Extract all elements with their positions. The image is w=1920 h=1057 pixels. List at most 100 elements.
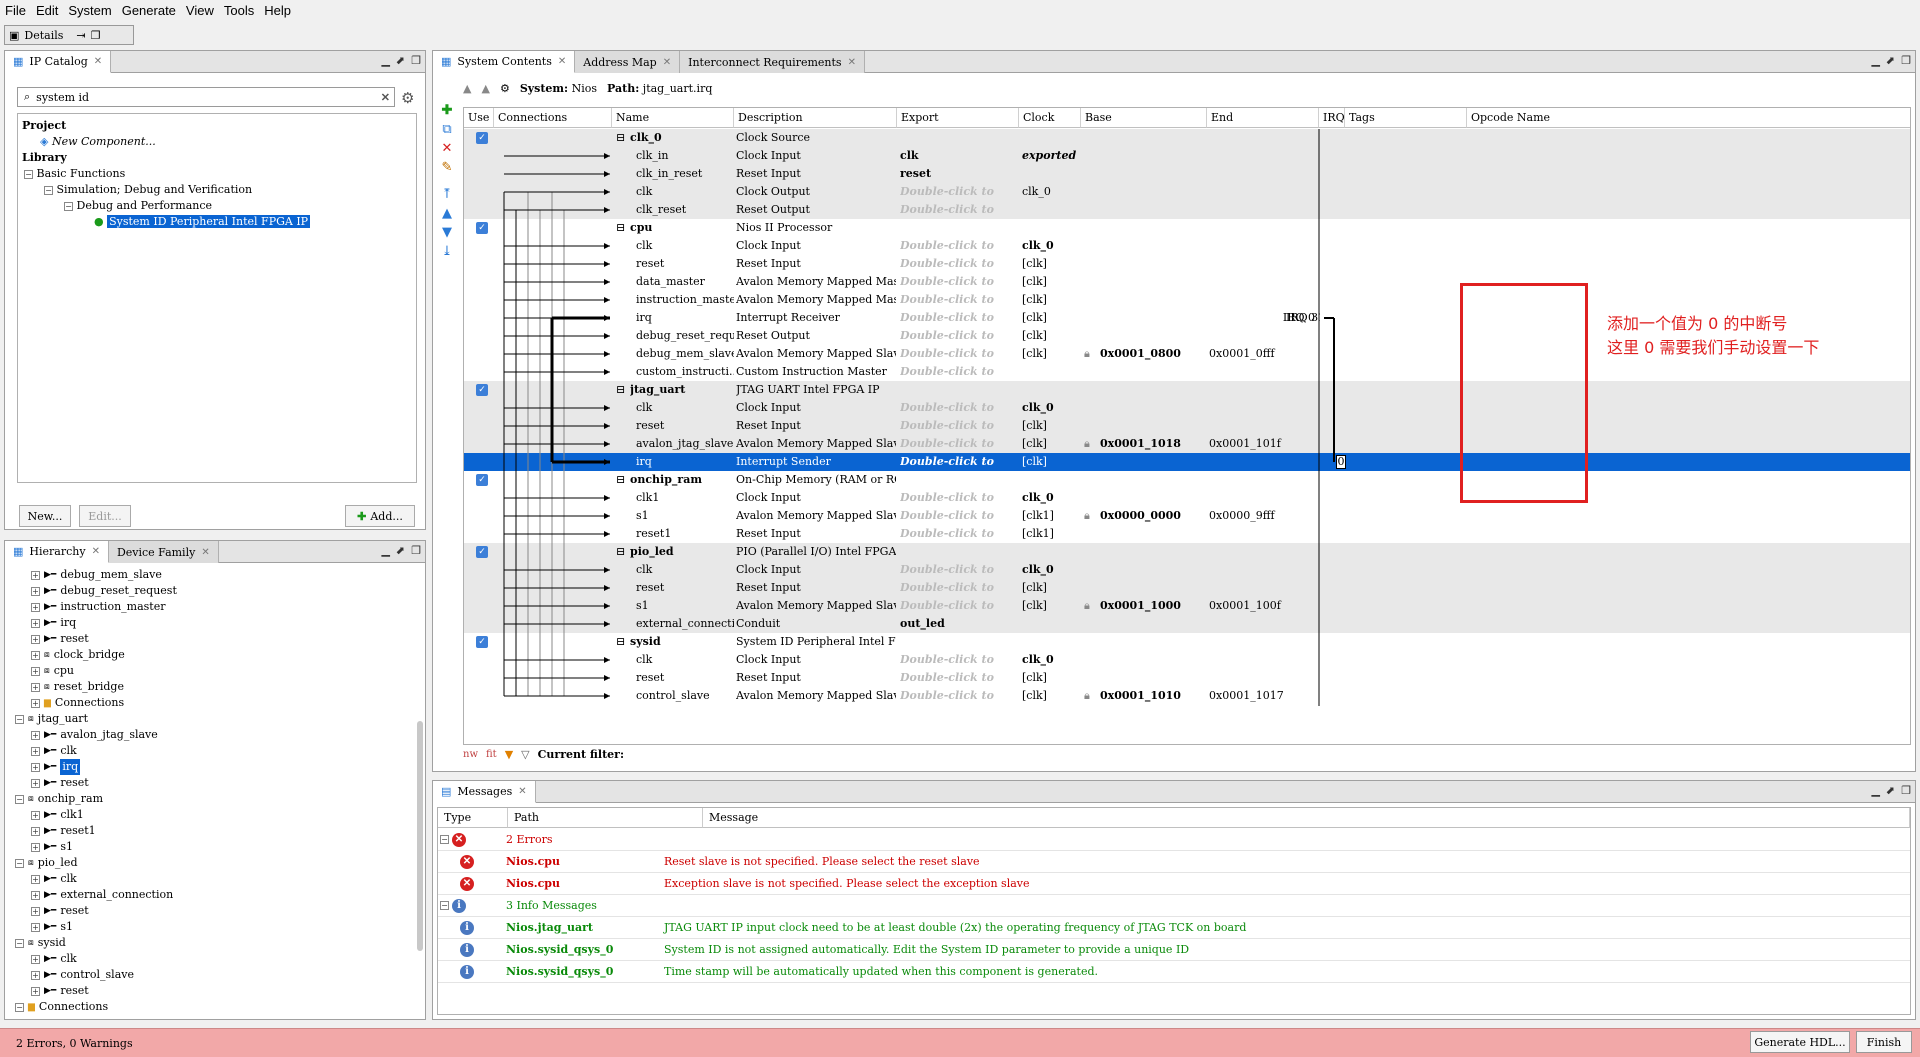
expand-icon[interactable]: + (31, 682, 40, 692)
minimize-icon[interactable]: ▁ (381, 54, 389, 67)
col-connections[interactable]: Connections (494, 108, 612, 128)
col-use[interactable]: Use (464, 108, 494, 128)
tab-device-family[interactable]: Device Family ✕ (108, 541, 219, 563)
module-row[interactable]: ✓ ⊟ sysid System ID Peripheral Intel FP... (464, 633, 1910, 651)
hierarchy-item[interactable]: − ⧈ pio_led (9, 855, 415, 871)
interface-row[interactable]: s1 Avalon Memory Mapped Slave Double-click… (464, 597, 1910, 615)
col-export[interactable]: Export (897, 108, 1019, 128)
maximize-icon[interactable]: ⬈ (1886, 784, 1895, 797)
collapse-icon[interactable]: − (440, 901, 449, 910)
restore-icon[interactable]: ❐ (411, 54, 421, 67)
details-tab[interactable]: ▣ Details ⇥ ❐ (4, 25, 134, 45)
col-message[interactable]: Message (703, 808, 1910, 828)
hierarchy-item[interactable]: + ▶━ reset (9, 631, 415, 647)
export-field[interactable]: Double-click to (900, 255, 1018, 273)
irq-value-input[interactable]: 0 (1336, 455, 1346, 469)
expand-icon[interactable]: + (31, 826, 40, 836)
expand-icon[interactable]: + (31, 778, 40, 788)
expand-icon[interactable]: + (31, 762, 40, 772)
expand-icon[interactable]: + (31, 986, 40, 996)
export-field[interactable]: Double-click to (900, 273, 1018, 291)
show-nw-icon[interactable]: nw (463, 749, 478, 760)
col-type[interactable]: Type (438, 808, 508, 828)
menu-file[interactable]: File (0, 3, 31, 18)
interface-row[interactable]: s1 Avalon Memory Mapped Slave Double-click… (464, 507, 1910, 525)
hierarchy-item[interactable]: − ⧈ jtag_uart (9, 711, 415, 727)
col-name[interactable]: Name (612, 108, 734, 128)
collapse-icon[interactable]: − (15, 858, 24, 868)
module-row[interactable]: ✓ ⊟onchip_ram On-Chip Memory (RAM or ROM) … (464, 471, 1910, 489)
export-field[interactable]: Double-click to (900, 507, 1018, 525)
hierarchy-item[interactable]: + ▶━ irq (9, 759, 415, 775)
menu-help[interactable]: Help (259, 3, 296, 18)
add-button[interactable]: ✚ Add... (345, 505, 415, 527)
expand-icon[interactable]: + (31, 874, 40, 884)
interface-row[interactable]: reset1 Reset Input Double-click to [clk1] (464, 525, 1910, 543)
collapse-icon[interactable]: − (64, 202, 73, 211)
restore-icon[interactable]: ❐ (1901, 784, 1911, 797)
search-input[interactable]: ⌕ system id ✕ (17, 87, 395, 107)
export-field[interactable]: Double-click to (900, 291, 1018, 309)
hierarchy-item[interactable]: + ▶━ clk (9, 743, 415, 759)
col-description[interactable]: Description (734, 108, 897, 128)
hierarchy-item[interactable]: + ▶━ control_slave (9, 967, 415, 983)
settings-gear-icon[interactable]: ⚙ (401, 89, 414, 107)
tree-simulation[interactable]: − Simulation; Debug and Verification (22, 182, 412, 198)
lock-icon[interactable]: 🔒︎ (1084, 687, 1096, 705)
pin-icon[interactable]: ⇥ (76, 29, 85, 42)
interface-row[interactable]: instruction_master Avalon Memory Mapped M… (464, 291, 1910, 309)
message-row[interactable]: ✕ Nios.cpu Reset slave is not specified. P… (438, 851, 1910, 873)
interface-row[interactable]: clk Clock Input Double-click to clk_0 (464, 237, 1910, 255)
tree-library[interactable]: Library (22, 150, 412, 166)
export-field[interactable]: Double-click to (900, 345, 1018, 363)
export-field[interactable]: Double-click to (900, 327, 1018, 345)
expand-icon[interactable]: + (31, 618, 40, 628)
expand-icon[interactable]: + (31, 746, 40, 756)
move-bottom-icon[interactable]: ⤓ (442, 244, 453, 259)
hierarchy-item[interactable]: + ▶━ reset (9, 775, 415, 791)
collapse-icon[interactable]: ⊟ (616, 543, 628, 561)
message-row[interactable]: i Nios.sysid_qsys_0 Time stamp will be aut… (438, 961, 1910, 983)
export-field[interactable]: Double-click to (900, 579, 1018, 597)
collapse-icon[interactable]: ⊟ (616, 219, 628, 237)
tree-selected-ip[interactable]: ● System ID Peripheral Intel FPGA IP (22, 214, 412, 230)
export-field[interactable]: Double-click to (900, 561, 1018, 579)
edit-icon[interactable]: ✎ (442, 160, 453, 175)
message-row[interactable]: − i 3 Info Messages (438, 895, 1910, 917)
interface-row[interactable]: clk_in Clock Input clk exported (464, 147, 1910, 165)
interface-row[interactable]: clk_in_reset Reset Input reset (464, 165, 1910, 183)
col-irq[interactable]: IRQ (1319, 108, 1345, 128)
hierarchy-item[interactable]: + ▶━ avalon_jtag_slave (9, 727, 415, 743)
clear-filter-icon[interactable]: ▽ (521, 748, 529, 761)
expand-icon[interactable]: + (31, 954, 40, 964)
expand-icon[interactable]: + (31, 890, 40, 900)
close-icon[interactable]: ✕ (92, 546, 100, 557)
close-icon[interactable]: ✕ (94, 56, 102, 67)
hierarchy-item[interactable]: + ▶━ irq (9, 615, 415, 631)
menu-tools[interactable]: Tools (219, 3, 259, 18)
hierarchy-item[interactable]: + ▶━ clk (9, 951, 415, 967)
clear-search-icon[interactable]: ✕ (381, 91, 390, 104)
interface-row[interactable]: clk Clock Output Double-click to clk_0 (464, 183, 1910, 201)
expand-icon[interactable]: + (31, 634, 40, 644)
close-icon[interactable]: ✕ (848, 57, 856, 68)
edit-button[interactable]: Edit... (79, 505, 131, 527)
nav-up-icon[interactable]: ▲ (463, 82, 471, 95)
expand-icon[interactable]: + (31, 666, 40, 676)
interface-row[interactable]: clk Clock Input Double-click to clk_0 (464, 561, 1910, 579)
use-checkbox[interactable]: ✓ (476, 636, 488, 648)
restore-icon[interactable]: ❐ (1901, 54, 1911, 67)
hierarchy-item[interactable]: + ▶━ external_connection (9, 887, 415, 903)
export-field[interactable]: Double-click to (900, 687, 1018, 705)
use-checkbox[interactable]: ✓ (476, 222, 488, 234)
hierarchy-item[interactable]: + ▶━ debug_reset_request (9, 583, 415, 599)
export-field[interactable]: Double-click to (900, 183, 1018, 201)
menu-view[interactable]: View (181, 3, 219, 18)
message-row[interactable]: − ✕ 2 Errors (438, 829, 1910, 851)
show-fit-icon[interactable]: fit (486, 749, 497, 760)
hierarchy-item[interactable]: + ▶━ reset (9, 903, 415, 919)
export-field[interactable]: Double-click to (900, 399, 1018, 417)
export-field[interactable]: clk (900, 147, 1018, 165)
maximize-icon[interactable]: ⬈ (396, 544, 405, 557)
expand-icon[interactable]: + (31, 842, 40, 852)
